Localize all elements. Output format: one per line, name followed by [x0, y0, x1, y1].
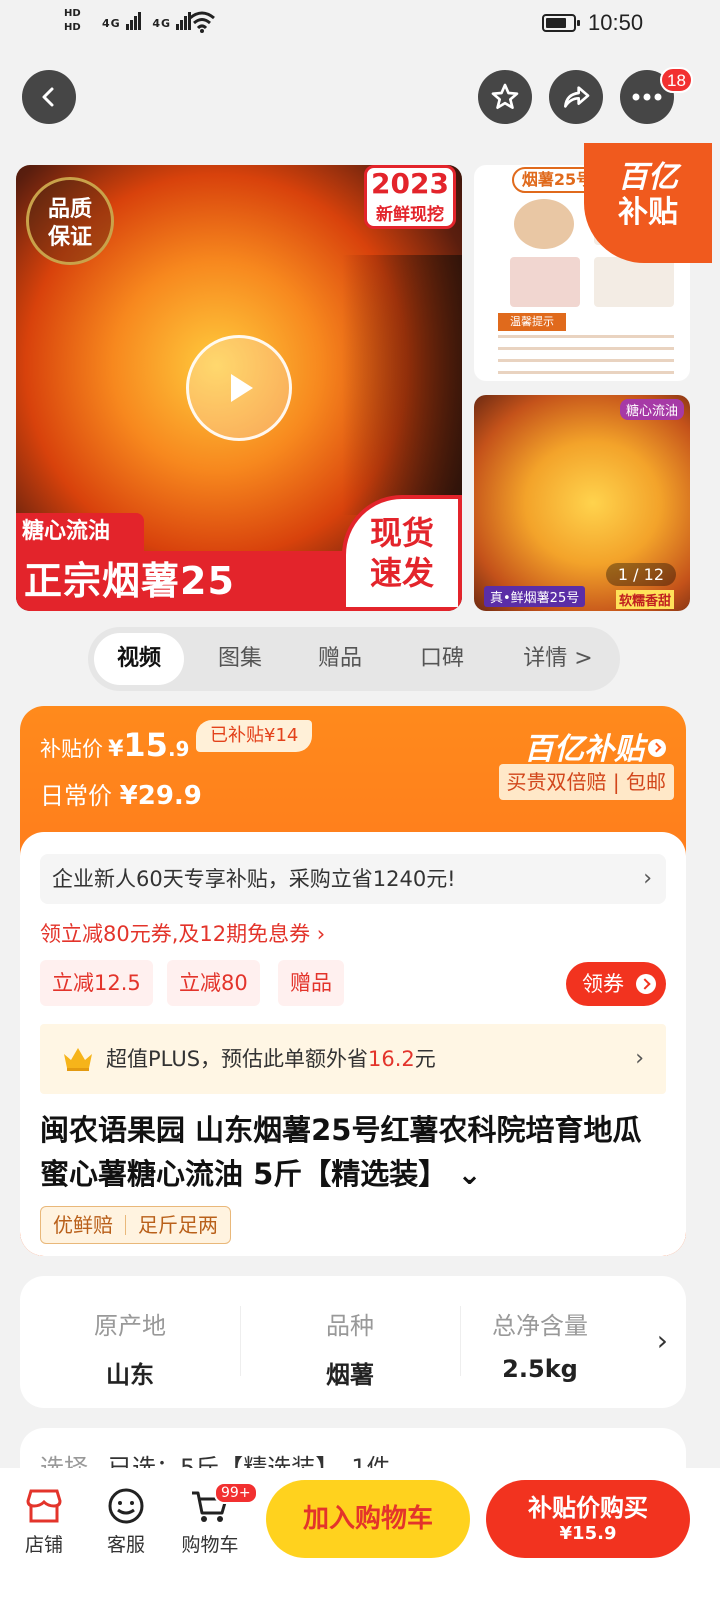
expand-chevron-icon[interactable]: ⌄	[457, 1157, 481, 1191]
chevron-right-icon	[648, 738, 666, 757]
ready-stock-tag: 现货 速发	[342, 495, 462, 611]
feature-tag: 糖心流油	[16, 513, 144, 551]
product-banner-text: 正宗烟薯25	[16, 551, 346, 611]
signal-indicator: 4G 4G	[102, 12, 192, 30]
clock: 10:50	[588, 10, 644, 35]
bottom-action-bar: 店铺 客服 99+ 购物车 加入购物车 补贴价购买 ¥15.9	[0, 1468, 720, 1600]
image-counter: 1 / 12	[605, 563, 676, 586]
tab-gallery[interactable]: 图集	[200, 633, 280, 685]
media-tabs: 视频 图集 赠品 口碑 详情 >	[88, 627, 620, 691]
customer-service-button[interactable]: 客服	[86, 1482, 166, 1557]
chevron-right-icon: ›	[643, 866, 652, 891]
attribute-origin: 原产地 山东	[94, 1312, 166, 1389]
buy-now-button[interactable]: 补贴价购买 ¥15.9	[486, 1480, 690, 1558]
service-tags[interactable]: 优鲜赔 足斤足两	[40, 1206, 231, 1244]
crown-icon	[64, 1048, 92, 1071]
play-icon	[231, 374, 253, 402]
daily-price: 日常价 ¥29.9	[40, 781, 202, 811]
back-button[interactable]	[22, 70, 76, 124]
shop-button[interactable]: 店铺	[4, 1482, 84, 1557]
back-arrow-icon	[42, 87, 54, 107]
signal-icon	[125, 12, 142, 30]
add-to-cart-button[interactable]: 加入购物车	[266, 1480, 470, 1558]
subsidy-logo: 百亿 补贴	[584, 143, 712, 263]
share-icon	[564, 86, 590, 108]
discount-chip[interactable]: 立减12.5	[40, 960, 153, 1006]
battery-icon	[542, 14, 580, 32]
quality-badge: 品质 保证	[26, 177, 114, 265]
attribute-net-weight: 总净含量 2.5kg	[492, 1312, 588, 1383]
star-icon	[491, 83, 519, 109]
tab-gifts[interactable]: 赠品	[300, 633, 380, 685]
attributes-card[interactable]: 原产地 山东 品种 烟薯 总净含量 2.5kg ›	[20, 1276, 686, 1408]
status-bar: HD HD 4G 4G 10:50	[0, 0, 720, 50]
price-card: 补贴价 ¥15.9 已补贴¥14 日常价 ¥29.9 百亿补贴 买贵双倍赔 | …	[20, 706, 686, 1256]
coupon-link[interactable]: 领立减80元券,及12期免息券 ›	[40, 918, 325, 948]
subsidy-brand-link[interactable]: 百亿补贴	[524, 724, 666, 768]
wifi-icon	[189, 11, 215, 33]
service-tag: 优鲜赔	[53, 1213, 113, 1237]
plus-savings-banner[interactable]: 超值PLUS，预估此单额外省16.2元 ›	[40, 1024, 666, 1094]
tab-details[interactable]: 详情 >	[508, 633, 608, 685]
promo-section: 企业新人60天专享补贴，采购立省1240元! › 领立减80元券,及12期免息券…	[20, 832, 686, 1256]
thumbnail-photo[interactable]: 糖心流油 1 / 12 真•鲜烟薯25号 软糯香甜	[474, 395, 690, 611]
more-icon	[632, 93, 662, 101]
thumbnail-caption: 真•鲜烟薯25号	[484, 586, 586, 607]
gift-chip[interactable]: 赠品	[278, 960, 344, 1006]
cart-count-badge: 99+	[214, 1482, 258, 1504]
tab-video[interactable]: 视频	[94, 633, 184, 685]
play-button[interactable]	[186, 335, 292, 441]
chevron-right-icon[interactable]: ›	[657, 1324, 668, 1357]
message-count-badge: 18	[660, 67, 693, 93]
service-tag: 足斤足两	[138, 1213, 218, 1237]
tip-label: 温馨提示	[498, 313, 566, 331]
customer-service-icon	[108, 1488, 144, 1524]
tab-reviews[interactable]: 口碑	[402, 633, 482, 685]
chevron-right-icon	[636, 974, 656, 994]
chevron-right-icon: ›	[635, 1046, 644, 1071]
thumbnail-tag: 糖心流油	[619, 399, 684, 420]
attribute-variety: 品种 烟薯	[326, 1312, 374, 1389]
favorite-button[interactable]	[478, 70, 532, 124]
main-product-video[interactable]: 品质 保证 2023 新鲜现挖 糖心流油 正宗烟薯25 现货 速发	[16, 165, 462, 611]
cart-button[interactable]: 99+ 购物车	[170, 1482, 258, 1557]
discount-chip[interactable]: 立减80	[167, 960, 260, 1006]
newbie-subsidy-banner[interactable]: 企业新人60天专享补贴，采购立省1240元! ›	[40, 854, 666, 904]
share-button[interactable]	[549, 70, 603, 124]
year-tag: 2023 新鲜现挖	[364, 165, 456, 229]
shop-icon	[26, 1489, 62, 1523]
product-title[interactable]: 闽农语果园 山东烟薯25号红薯农科院培育地瓜蜜心薯糖心流油 5斤【精选装】 ⌄	[40, 1108, 666, 1196]
thumbnail-caption-2: 软糯香甜	[615, 590, 674, 609]
image-gallery[interactable]: 品质 保证 2023 新鲜现挖 糖心流油 正宗烟薯25 现货 速发 烟薯25号 …	[0, 143, 720, 611]
get-coupon-button[interactable]: 领券	[566, 962, 666, 1006]
guarantee-tag[interactable]: 买贵双倍赔 | 包邮	[498, 764, 674, 800]
subsidy-price: 补贴价 ¥15.9	[40, 726, 190, 764]
hd-indicator: HD HD	[64, 8, 81, 33]
subsidized-amount-tag: 已补贴¥14	[196, 720, 313, 752]
